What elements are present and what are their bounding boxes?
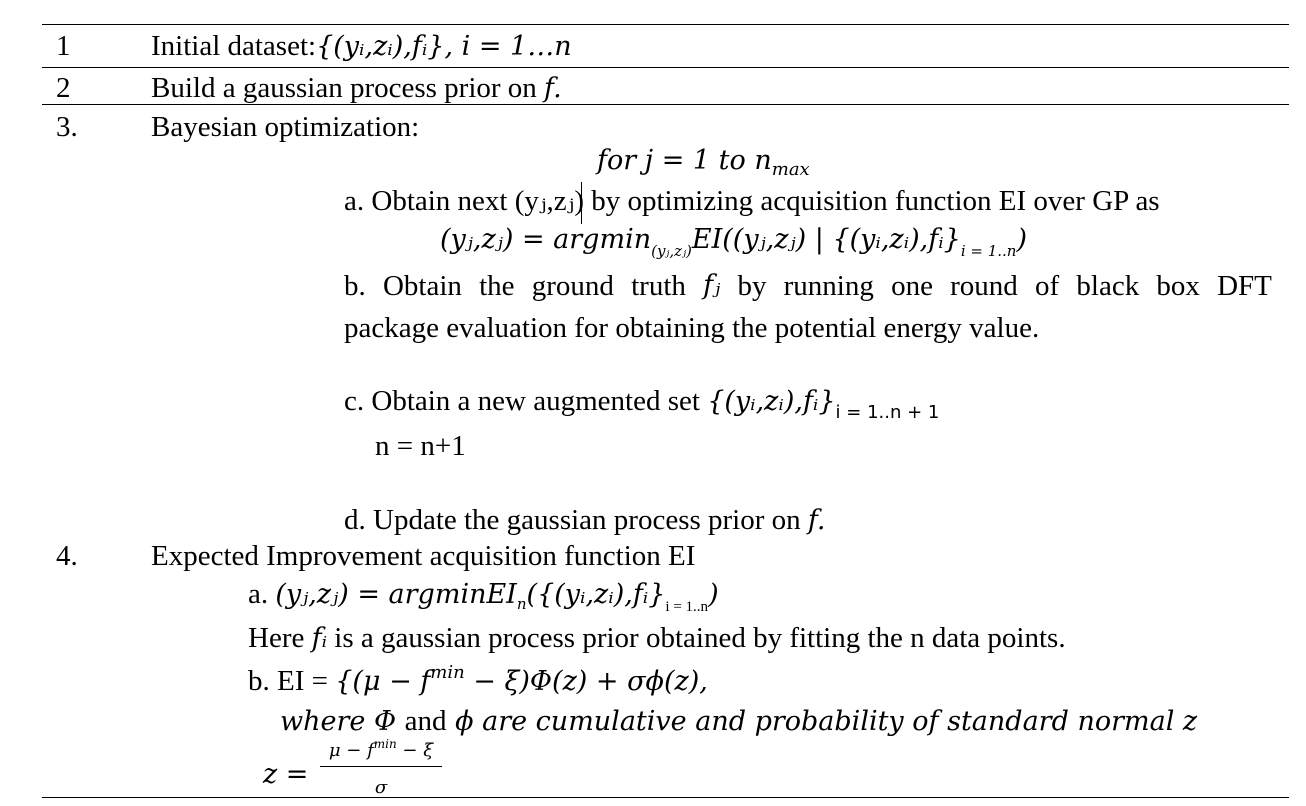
b-word: by [737, 270, 767, 302]
row-number-1: 1 [56, 30, 71, 62]
here-text-2: is a gaussian process prior obtained by … [327, 622, 1066, 654]
b-word: truth [631, 270, 686, 302]
n-update: n = n+1 [375, 430, 466, 462]
step-4b-eq-sup: min [430, 662, 465, 683]
step-3a-eq-rest: EI((yⱼ,zⱼ) | {(yᵢ,zᵢ),fᵢ} [691, 224, 961, 255]
step-4a: a. (yⱼ,zⱼ) = argminEIn({(yᵢ,zᵢ),fᵢ}i = 1… [248, 580, 719, 615]
z-num-end: − ξ [396, 740, 434, 761]
step-3d-text: d. Update the gaussian process prior on [344, 504, 808, 536]
text-cursor [581, 182, 582, 224]
step-4a-eq: (yⱼ,zⱼ) = argminEI [275, 579, 517, 610]
where-1: where Φ [280, 706, 405, 737]
row-2-bottom-rule [42, 104, 1289, 105]
z-fraction: μ − fmin − ξ σ [320, 738, 442, 797]
step-4b-label: b. EI = [248, 665, 336, 697]
b-word: of [1035, 270, 1060, 302]
b-word: one [891, 270, 933, 302]
step-3a-equation: (yⱼ,zⱼ) = argmin(yⱼ,zⱼ)EI((yⱼ,zⱼ) | {(yᵢ… [440, 226, 1027, 259]
row-4-heading: Expected Improvement acquisition functio… [151, 540, 696, 572]
b-word: ground [531, 270, 614, 302]
step-4a-label: a. [248, 578, 276, 610]
step-3c-text: c. Obtain a new augmented set [344, 385, 708, 417]
b-word: b. [344, 270, 366, 302]
step-3a-eq-sub: (yⱼ,zⱼ) [651, 242, 692, 260]
step-3d: d. Update the gaussian process prior on … [344, 506, 826, 535]
step-4b-eq-1: {(μ − f [335, 666, 431, 697]
step-3a-text: a. Obtain next (yⱼ,zⱼ) by optimizing acq… [344, 185, 1160, 217]
fraction-bar [320, 766, 442, 767]
row-number-3: 3. [56, 111, 78, 143]
loop-text: for j = 1 to n [597, 145, 772, 176]
b-word: the [479, 270, 515, 302]
z-num-main: μ − f [328, 740, 374, 761]
step-3b-line2: package evaluation for obtaining the pot… [344, 312, 1040, 344]
z-lhs: z = [263, 759, 309, 790]
z-num-sup: min [373, 737, 397, 751]
b-word: round [950, 270, 1018, 302]
step-4b: b. EI = {(μ − fmin − ξ)Φ(z) + σϕ(z), [248, 664, 708, 696]
step-4a-eq-sub-n: n [516, 595, 527, 613]
step-3c-sub: i = 1..n + 1 [835, 402, 940, 423]
step-4-here: Here fᵢ is a gaussian process prior obta… [248, 624, 1066, 653]
table-top-rule [42, 24, 1289, 25]
step-4a-eq-rest-sub: i = 1..n [665, 599, 709, 615]
step-3c: c. Obtain a new augmented set {(yᵢ,zᵢ),f… [344, 387, 939, 422]
row-1-text: Initial dataset:{(yᵢ,zᵢ),fᵢ}, i = 1…n [151, 32, 572, 61]
step-3a-eq-close: ) [1016, 224, 1028, 255]
b-word: box [1156, 270, 1200, 302]
step-4a-eq-close: ) [708, 579, 719, 610]
row-1-math: {(yᵢ,zᵢ),fᵢ}, i = 1…n [316, 31, 572, 62]
step-4-where: where Φ and ϕ are cumulative and probabi… [280, 707, 1197, 736]
row-number-2: 2 [56, 72, 71, 104]
row-2-label: Build a gaussian process prior on [151, 72, 545, 104]
loop-statement: for j = 1 to nmax [597, 147, 810, 179]
row-3-heading: Bayesian optimization: [151, 111, 420, 143]
row-2-text: Build a gaussian process prior on f. [151, 74, 562, 103]
step-4a-eq-rest: ({(yᵢ,zᵢ),fᵢ} [526, 579, 666, 610]
b-word: running [783, 270, 874, 302]
row-number-4: 4. [56, 540, 78, 572]
where-and: and [404, 705, 447, 737]
b-word: black [1076, 270, 1140, 302]
here-text-1: Here [248, 622, 312, 654]
step-3d-math: f. [807, 505, 826, 536]
where-2: ϕ are cumulative and probability of stan… [446, 706, 1198, 737]
row-1-bottom-rule [42, 67, 1289, 68]
table-bottom-rule [42, 797, 1289, 798]
loop-subscript: max [771, 159, 810, 180]
b-word: Obtain [382, 270, 462, 302]
row-2-math: f. [544, 73, 562, 104]
row-1-label: Initial dataset: [151, 30, 317, 62]
here-math: fᵢ [311, 623, 328, 654]
step-3b-line1: b. Obtain the ground truth fⱼ by running… [344, 272, 1272, 301]
step-3a-eq-rest-sub: i = 1..n [960, 242, 1017, 260]
z-numerator: μ − fmin − ξ [320, 738, 442, 760]
z-denominator: σ [374, 777, 388, 798]
step-3a-eq-lhs: (yⱼ,zⱼ) = argmin [440, 224, 652, 255]
b-word: DFT [1217, 270, 1272, 302]
step-3c-math: {(yᵢ,zᵢ),fᵢ} [707, 386, 836, 417]
b-word-math: fⱼ [703, 270, 721, 301]
step-4b-eq-2: − ξ)Φ(z) + σϕ(z), [464, 666, 708, 697]
